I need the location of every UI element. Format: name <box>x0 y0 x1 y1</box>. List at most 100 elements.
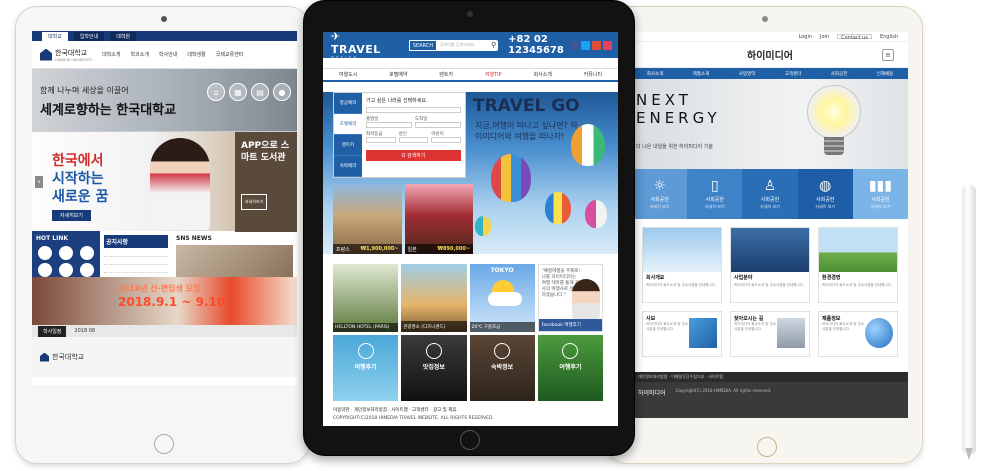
country-select[interactable] <box>366 107 461 113</box>
facebook-icon[interactable] <box>569 40 579 50</box>
attraction-card[interactable]: 관광명소 (디즈니랜드) <box>401 264 467 332</box>
banner-more-button[interactable]: 자세히보기 <box>52 210 92 221</box>
login-link[interactable]: Login <box>799 34 813 40</box>
nav-item[interactable]: 사회공헌 <box>831 71 848 77</box>
nav-item[interactable]: 제품소개 <box>693 71 710 77</box>
nav-item[interactable]: 커뮤니티 <box>584 71 602 78</box>
nav-item[interactable]: 학과소개 <box>131 51 149 58</box>
admission-event-banner[interactable]: 2018년 신·편입생 모집 2018.9.1 ~ 9.10 <box>32 277 297 325</box>
home-button[interactable] <box>154 434 174 454</box>
calendar-icon[interactable]: ▦ <box>229 83 247 101</box>
hotlink-icon[interactable] <box>59 263 73 277</box>
building-icon[interactable]: ⌂ <box>207 83 225 101</box>
hotlink-icon[interactable] <box>38 263 52 277</box>
join-link[interactable]: Join <box>820 34 829 40</box>
home-button[interactable] <box>460 430 480 450</box>
google-plus-icon[interactable] <box>591 40 601 50</box>
seat-select[interactable] <box>366 137 396 143</box>
notice-row[interactable] <box>104 251 168 257</box>
notice-row[interactable] <box>104 267 168 273</box>
tab-flight[interactable]: 항공예약 <box>334 93 362 114</box>
app-more-button[interactable]: 자세히보기 <box>241 194 268 210</box>
food-tile[interactable]: 맛집정보 <box>401 335 467 401</box>
hotlink-icon[interactable] <box>38 246 52 260</box>
banner-prev-arrow-icon[interactable]: ‹ <box>35 176 43 188</box>
destination-france[interactable]: 프랑스 ₩1,900,000~ <box>333 184 402 254</box>
nav-item[interactable]: 여행도시 <box>339 71 357 78</box>
card-environment[interactable]: 환경경영 하이미디어 회사소개 및 주요사업을 안내합니다. <box>818 227 898 303</box>
nav-item[interactable]: 대학생활 <box>187 51 205 58</box>
topbar-tab-univ[interactable]: 대학교 <box>42 31 68 41</box>
tile-chart[interactable]: ▮▮▮ 사회공헌 자세히 보기 <box>852 169 908 219</box>
nav-item[interactable]: 회사소개 <box>647 71 664 77</box>
hotlink-icon[interactable] <box>59 246 73 260</box>
hotel-card[interactable]: HELLTON HOTEL (PARIS) <box>333 264 399 332</box>
card-desc: 하이미디어 회사소개 및 주요사업을 안내합니다. <box>646 322 688 331</box>
depart-date-field[interactable] <box>366 122 412 128</box>
lodging-tile[interactable]: 숙박정보 <box>469 335 535 401</box>
nav-item[interactable]: 회사소개 <box>533 71 551 78</box>
child-select[interactable] <box>431 137 462 143</box>
university-logo[interactable]: 한국대학교 HANGUK UNIVERSITY <box>40 48 92 62</box>
topbar-tab-admission[interactable]: 입학안내 <box>73 31 105 41</box>
sun-icon: ☼ <box>653 177 666 194</box>
student-photo <box>150 138 210 230</box>
chat-icon <box>562 343 579 359</box>
hotlink-icon[interactable] <box>80 263 94 277</box>
search-button[interactable]: Q 검색하기 <box>366 150 461 161</box>
schedule-tab[interactable]: 학사일정 <box>38 325 67 337</box>
nav-item[interactable]: 학사안내 <box>159 51 177 58</box>
hotlink-icon[interactable] <box>80 246 94 260</box>
card-newsletter[interactable]: 사보 하이미디어 회사소개 및 주요사업을 안내합니다. <box>642 311 722 357</box>
adult-select[interactable] <box>398 137 429 143</box>
tile-person[interactable]: ♙ 사회공헌 자세히 보기 <box>742 169 798 219</box>
nav-item[interactable]: 호텔예약 <box>389 71 407 78</box>
nav-item[interactable]: 고객센터 <box>785 71 802 77</box>
nav-item[interactable]: 렌트카 <box>439 71 453 78</box>
front-camera <box>161 16 167 22</box>
english-link[interactable]: English <box>880 34 898 40</box>
footer-links-text[interactable]: 개인정보처리방침 · 이메일무단수집거부 · 사이트맵 <box>638 374 723 380</box>
nav-item[interactable]: 인재채용 <box>877 71 894 77</box>
date-row: 출발일 도착일 <box>366 116 461 131</box>
topbar-tab-grad[interactable]: 대학원 <box>110 31 137 41</box>
app-promo[interactable]: APP으로 스마트 도서관 자세히보기 <box>235 132 297 232</box>
footer-links[interactable]: 이용약관 · 개인정보처리방침 · 사이트맵 · 고객센터 · 광고 및 제휴 <box>333 408 603 414</box>
card-product[interactable]: 제품정보 하이미디어 회사소개 및 주요사업을 안내합니다. <box>818 311 898 357</box>
destination-japan[interactable]: 일본 ₩890,000~ <box>404 184 473 254</box>
destination-caption: 프랑스 ₩1,900,000~ <box>333 244 402 254</box>
twitter-icon[interactable] <box>580 40 590 50</box>
nav-item-hot[interactable]: 여행TIP <box>485 71 502 78</box>
book-icon[interactable]: ▤ <box>251 83 269 101</box>
tab-rentcar[interactable]: 렌트카 <box>334 135 362 156</box>
arrive-date-field[interactable] <box>415 122 461 128</box>
nav-item[interactable]: 국제교류센터 <box>216 51 244 58</box>
company-logo[interactable]: 하이미디어 <box>747 47 793 62</box>
tile-book[interactable]: ▯ 사회공헌 자세히 보기 <box>687 169 743 219</box>
search-icon[interactable]: ⚲ <box>489 41 498 49</box>
tab-lodging[interactable]: 숙박예약 <box>334 156 362 177</box>
card-company[interactable]: 회사개요 하이미디어 회사소개 및 주요사업을 안내합니다. <box>642 227 722 303</box>
tile-globe[interactable]: ◍ 사회공헌 자세히 보기 <box>797 169 853 219</box>
search-input[interactable]: 검색어를 입력하세요 <box>437 42 489 48</box>
nav-item[interactable]: 사업영역 <box>739 71 756 77</box>
home-button[interactable] <box>757 437 777 457</box>
facebook-review-card[interactable]: "예정여행을 주제로!나를 하이미디어는 여행 테마를 통해 자사의 여행사로 … <box>537 264 603 332</box>
card-location[interactable]: 찾아오시는 길 하이미디어 회사소개 및 주요사업을 안내합니다. <box>730 311 810 357</box>
globe-icon: ◍ <box>819 177 832 194</box>
review-tile-2[interactable]: 여행후기 <box>537 335 603 401</box>
tile-sun[interactable]: ☼ 사회공헌 자세히 보기 <box>632 169 688 219</box>
tab-hotel[interactable]: 호텔예약 <box>334 114 362 135</box>
user-icon[interactable]: ● <box>273 83 291 101</box>
nav-item[interactable]: 대학소개 <box>102 51 120 58</box>
card-business[interactable]: 사업분야 하이미디어 회사소개 및 주요사업을 안내합니다. <box>730 227 810 303</box>
travel-logo[interactable]: ✈ TRAVEL DESIGN <box>331 32 381 61</box>
hero-subtext: 더 나은 내일을 위한 하이미디어 기술 <box>636 144 713 150</box>
card-desc: 하이미디어 회사소개 및 주요사업을 안내합니다. <box>734 283 804 287</box>
review-tile[interactable]: 여행후기 <box>333 335 399 401</box>
contact-link[interactable]: Contact us <box>837 34 872 41</box>
weather-card[interactable]: TOKYO 20℃ 구름조금 <box>469 264 535 332</box>
notice-row[interactable] <box>104 259 168 265</box>
hamburger-menu-icon[interactable]: ≡ <box>882 49 894 61</box>
instagram-icon[interactable] <box>602 40 612 50</box>
